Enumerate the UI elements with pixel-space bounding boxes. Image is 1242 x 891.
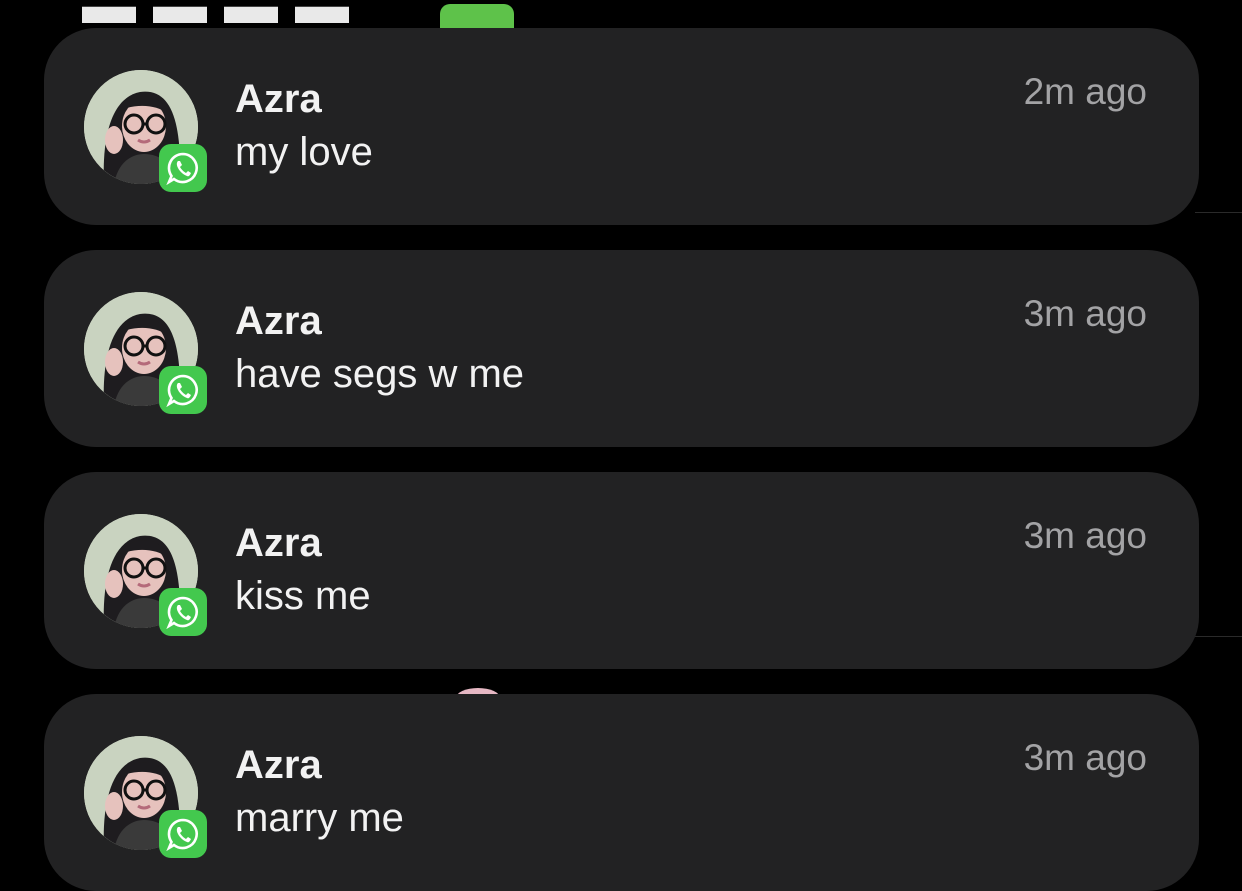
whatsapp-icon: [159, 810, 207, 858]
divider: [1195, 212, 1242, 213]
notification-timestamp: 3m ago: [1023, 515, 1147, 556]
whatsapp-icon: [159, 366, 207, 414]
notification-timestamp: 3m ago: [1023, 737, 1147, 778]
notification-card[interactable]: Azra marry me 3m ago: [44, 694, 1199, 891]
notification-sender: Azra: [235, 521, 322, 565]
notification-message: have segs w me: [235, 352, 525, 396]
divider: [1195, 636, 1242, 637]
notification-sender: Azra: [235, 77, 322, 121]
notification-message: my love: [235, 130, 373, 174]
whatsapp-icon: [159, 144, 207, 192]
notification-card[interactable]: Azra kiss me 3m ago: [44, 472, 1199, 669]
notification-timestamp: 3m ago: [1023, 293, 1147, 334]
notification-message: kiss me: [235, 574, 371, 618]
notification-sender: Azra: [235, 743, 322, 787]
notification-message: marry me: [235, 796, 404, 840]
notification-sender: Azra: [235, 299, 322, 343]
notification-card[interactable]: Azra my love 2m ago: [44, 28, 1199, 225]
notification-timestamp: 2m ago: [1023, 71, 1147, 112]
whatsapp-icon: [159, 588, 207, 636]
notification-card[interactable]: Azra have segs w me 3m ago: [44, 250, 1199, 447]
